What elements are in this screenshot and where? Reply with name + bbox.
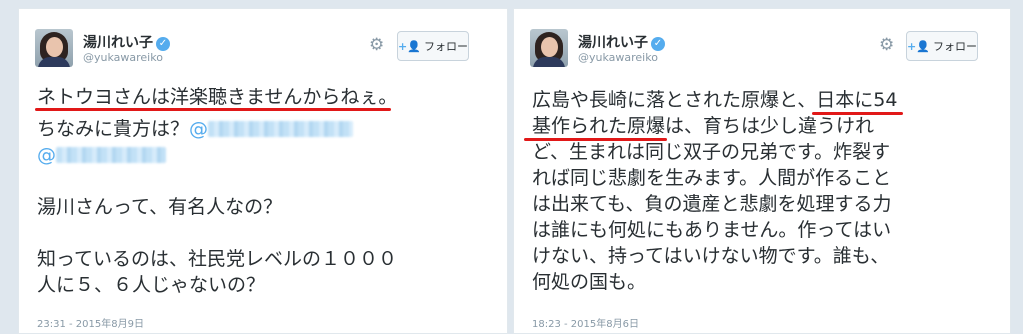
user-handle[interactable]: @yukawareiko — [578, 51, 658, 64]
tweet-line-1a: 広島や長崎に落とされた原爆と、 — [532, 89, 817, 111]
tweet-line-5: は出来ても、負の遺産と悲劇を処理する力 — [532, 193, 892, 215]
tweet-line-1: ネトウヨさんは洋楽聴きませんからねぇ。 — [37, 86, 398, 108]
user-name[interactable]: 湯川れい子 ✓ — [83, 32, 170, 52]
tweet-card-left: 湯川れい子 ✓ @yukawareiko ⚙ +👤 フォロー ネトウヨさんは洋楽聴… — [18, 8, 508, 334]
tweet-line-2a: 基作られた原爆 — [532, 115, 666, 137]
gear-icon[interactable]: ⚙ — [879, 37, 894, 54]
blurred-handle — [208, 121, 354, 137]
mention-link[interactable]: @ — [37, 144, 166, 166]
tweet-line-6: 人に５、６人じゃないの？ — [37, 274, 266, 296]
avatar[interactable] — [35, 29, 73, 67]
user-name-text[interactable]: 湯川れい子 — [83, 35, 153, 51]
tweet-line-8: 何処の国も。 — [532, 271, 647, 293]
verified-badge-icon: ✓ — [651, 37, 665, 51]
follow-button[interactable]: +👤 フォロー — [906, 31, 978, 61]
tweet-line: ネトウヨさんは洋楽聴きませんからねぇ。 — [35, 84, 398, 111]
verified-badge-icon: ✓ — [156, 37, 170, 51]
tweet-line-5: 知っているのは、社民党レベルの１０００ — [37, 248, 398, 270]
underlined-phrase: ネトウヨさんは洋楽聴きませんからねぇ。 — [35, 84, 398, 111]
tweet-line-7: けない、持ってはいけない物です。誰も、 — [532, 245, 890, 267]
follow-button-label: フォロー — [423, 40, 468, 53]
user-name-text[interactable]: 湯川れい子 — [578, 35, 648, 51]
tweet-line: 基作られた原爆 は、育ちは少し違うけれ — [524, 113, 875, 141]
blurred-handle — [56, 147, 166, 163]
timestamp[interactable]: 18:23 - 2015年8月6日 — [532, 315, 639, 330]
follow-button-label: フォロー — [932, 40, 977, 53]
follow-button[interactable]: +👤 フォロー — [397, 31, 469, 61]
tweet-line-4: れば同じ悲劇を生みます。人間が作ること — [532, 167, 892, 189]
user-handle[interactable]: @yukawareiko — [83, 51, 163, 64]
user-name[interactable]: 湯川れい子 ✓ — [578, 32, 665, 52]
underlined-phrase: 日本に54 — [812, 87, 904, 115]
timestamp[interactable]: 23:31 - 2015年8月9日 — [37, 315, 144, 330]
tweet-line-3: ど、生まれは同じ双子の兄弟です。炸裂す — [532, 141, 891, 163]
tweet-line-2: ちなみに貴方は？ — [37, 118, 190, 140]
tweet-line: @ — [37, 142, 166, 168]
tweet-line: ちなみに貴方は？@ — [37, 116, 354, 142]
add-user-icon: +👤 — [907, 39, 930, 53]
gear-icon[interactable]: ⚙ — [369, 37, 384, 54]
mention-link[interactable]: @ — [189, 118, 354, 140]
tweet-card-right: 湯川れい子 ✓ @yukawareiko ⚙ +👤 フォロー 広島や長崎に落とされ… — [513, 8, 1011, 334]
tweet-line-2b: は、育ちは少し違うけれ — [665, 115, 875, 137]
tweet-line-4: 湯川さんって、有名人なの？ — [37, 196, 283, 218]
tweet-line: 広島や長崎に落とされた原爆と、日本に54 — [532, 87, 904, 115]
underlined-phrase: 基作られた原爆 — [524, 113, 668, 141]
avatar[interactable] — [530, 29, 568, 67]
tweet-line-1b: 日本に54 — [816, 89, 898, 111]
red-underline — [35, 108, 392, 111]
add-user-icon: +👤 — [398, 39, 421, 53]
tweet-line-6: は誰にも何処にもありません。作ってはい — [532, 219, 892, 241]
